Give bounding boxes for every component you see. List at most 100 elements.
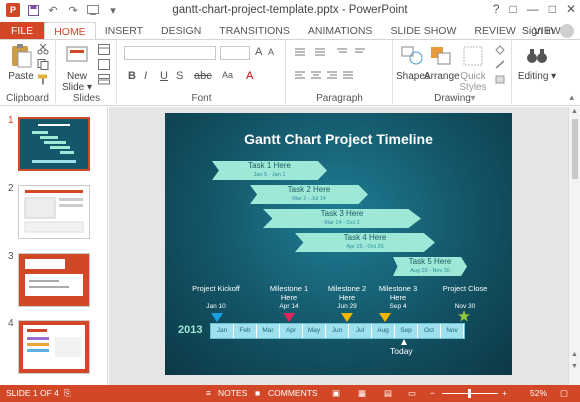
scrollbar-thumb[interactable] — [572, 119, 578, 179]
timeline-month: Sep — [395, 324, 418, 338]
shape-fill-icon[interactable] — [494, 44, 506, 55]
slide-counter: SLIDE 1 OF 4 — [6, 388, 59, 398]
timeline-month: Oct — [418, 324, 441, 338]
previous-slide-icon[interactable]: ▲ — [571, 351, 578, 358]
paragraph-group: Paragraph — [287, 40, 393, 106]
notes-icon[interactable]: ≡ — [206, 388, 211, 398]
copy-icon[interactable] — [37, 59, 49, 70]
slides-group-label: Slides — [72, 93, 101, 104]
arrange-button[interactable]: Arrange — [424, 43, 460, 82]
milestone-date: Sep 4 — [389, 303, 407, 310]
slide-thumbnail-4[interactable] — [18, 320, 90, 374]
help-icon[interactable]: ? — [493, 2, 500, 16]
new-slide-button[interactable]: New Slide ▾ — [60, 43, 94, 93]
zoom-out-icon[interactable]: − — [430, 388, 435, 398]
tab-animations[interactable]: ANIMATIONS — [299, 22, 382, 40]
task-bar-2[interactable]: Task 2 Here Mar 2 - Jul 14 — [250, 185, 368, 204]
task-name: Task 5 Here — [408, 257, 452, 266]
tab-slide-show[interactable]: SLIDE SHOW — [381, 22, 465, 40]
task-name: Task 2 Here — [287, 185, 331, 194]
arrange-icon — [429, 43, 453, 69]
slide-sorter-icon[interactable]: ▦ — [358, 388, 366, 399]
italic-button[interactable]: I — [144, 70, 147, 82]
scroll-up-icon[interactable]: ▲ — [571, 108, 578, 115]
thumbnail-number: 1 — [8, 115, 14, 126]
layout-icon[interactable] — [98, 44, 110, 55]
font-family-dropdown[interactable] — [124, 46, 216, 60]
close-icon[interactable]: ✕ — [566, 2, 576, 16]
editing-button[interactable]: Editing ▾ — [515, 43, 559, 82]
milestone-label: Project Close — [442, 284, 488, 293]
shadow-button[interactable]: S — [176, 70, 183, 82]
slide-canvas[interactable]: Gantt Chart Project Timeline Task 1 Here… — [165, 113, 512, 375]
slide-thumbnail-2[interactable] — [18, 185, 90, 239]
thumbnail-scrollbar[interactable] — [100, 109, 106, 383]
slide-thumbnail-3[interactable] — [18, 253, 90, 307]
task-name: Task 1 Here — [248, 161, 291, 170]
shape-effects-icon[interactable] — [494, 74, 506, 85]
underline-button[interactable]: U — [160, 70, 168, 82]
shapes-icon — [400, 43, 424, 69]
task-bar-5[interactable]: Task 5 Here Aug 29 - Nov 30 — [393, 257, 467, 276]
next-slide-icon[interactable]: ▼ — [571, 363, 578, 370]
shrink-font-button[interactable]: A — [268, 47, 274, 57]
minimize-icon[interactable]: — — [527, 2, 539, 16]
task-bar-4[interactable]: Task 4 Here Apr 25 - Oct 26 — [295, 233, 435, 252]
project-close-star-icon — [458, 310, 470, 322]
zoom-in-icon[interactable]: + — [502, 388, 507, 398]
cut-icon[interactable] — [37, 43, 49, 55]
milestone-label: Milestone 2 Here — [327, 284, 367, 302]
font-group-label: Font — [191, 93, 212, 104]
list-buttons[interactable] — [293, 46, 373, 58]
font-color-button[interactable]: A — [246, 70, 253, 82]
drawing-group: Shapes Arrange Quick Styles ▾ Drawing — [394, 40, 512, 106]
slide-thumbnail-1[interactable] — [18, 117, 90, 171]
zoom-level[interactable]: 52% — [530, 388, 547, 398]
vertical-scrollbar[interactable]: ▲ ▲ ▼ — [568, 107, 580, 385]
spell-check-icon[interactable]: ⎘ — [64, 388, 71, 399]
paste-button[interactable]: Paste — [2, 43, 40, 82]
maximize-icon[interactable]: □ — [549, 2, 556, 16]
milestone-date: Apr 14 — [279, 303, 299, 310]
collapse-ribbon-icon[interactable]: ▴ — [569, 92, 574, 103]
slide-title[interactable]: Gantt Chart Project Timeline — [165, 131, 512, 147]
slide-thumbnail-pane: 1 2 3 4 — [0, 107, 108, 385]
task-name: Task 3 Here — [320, 209, 364, 218]
timeline-month: Nov — [441, 324, 464, 338]
quick-styles-icon — [461, 43, 485, 69]
notes-button[interactable]: NOTES — [218, 388, 247, 398]
today-marker-icon — [401, 339, 407, 345]
tab-design[interactable]: DESIGN — [152, 22, 210, 40]
bold-button[interactable]: B — [128, 70, 136, 82]
task-bar-3[interactable]: Task 3 Here Mar 14 - Oct 2 — [263, 209, 421, 228]
fit-slide-icon[interactable]: ▢ — [560, 388, 568, 399]
comments-icon[interactable]: ■ — [255, 388, 260, 398]
change-case-button[interactable]: Aa — [222, 70, 233, 80]
tab-insert[interactable]: INSERT — [96, 22, 152, 40]
section-icon[interactable] — [98, 74, 110, 85]
task-bar-1[interactable]: Task 1 Here Jan 5 - Jan 1 — [212, 161, 327, 180]
slide-show-icon[interactable]: ▭ — [408, 388, 416, 399]
timeline-month: Feb — [234, 324, 257, 338]
ribbon-display-icon[interactable]: □ — [509, 2, 516, 16]
zoom-slider-handle[interactable] — [468, 389, 471, 398]
account-avatar[interactable] — [560, 24, 574, 38]
tab-file[interactable]: FILE — [0, 22, 45, 40]
reading-view-icon[interactable]: ▤ — [384, 388, 392, 399]
milestone-marker-icon — [283, 313, 295, 322]
alignment-buttons[interactable] — [293, 70, 383, 82]
comments-button[interactable]: COMMENTS — [268, 388, 318, 398]
sign-in-link[interactable]: Sign in — [522, 25, 554, 37]
shape-outline-icon[interactable] — [494, 59, 506, 70]
format-painter-icon[interactable] — [37, 74, 49, 85]
tab-transitions[interactable]: TRANSITIONS — [210, 22, 299, 40]
grow-font-button[interactable]: A — [255, 46, 262, 58]
normal-view-icon[interactable]: ▣ — [332, 388, 340, 399]
tab-home[interactable]: HOME — [44, 22, 96, 40]
task-dates: Aug 29 - Nov 30 — [410, 268, 450, 274]
font-size-dropdown[interactable] — [220, 46, 250, 60]
tab-review[interactable]: REVIEW — [465, 22, 524, 40]
reset-icon[interactable] — [98, 59, 110, 70]
strikethrough-button[interactable]: abc — [194, 70, 212, 82]
timeline-month: May — [303, 324, 326, 338]
